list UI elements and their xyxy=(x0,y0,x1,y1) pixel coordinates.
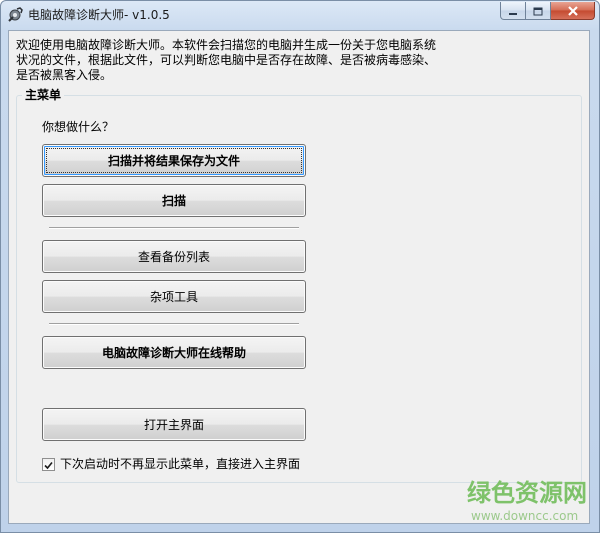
maximize-icon xyxy=(533,1,543,20)
open-main-button[interactable]: 打开主界面 xyxy=(42,408,306,441)
menu-prompt: 你想做什么？ xyxy=(42,120,115,134)
online-help-button[interactable]: 电脑故障诊断大师在线帮助 xyxy=(42,336,306,369)
skip-menu-checkbox[interactable] xyxy=(42,455,55,474)
title-bar[interactable]: 电脑故障诊断大师- v1.0.5 xyxy=(1,1,599,28)
app-gear-icon xyxy=(7,7,23,23)
window-title: 电脑故障诊断大师- v1.0.5 xyxy=(28,8,170,22)
close-button[interactable] xyxy=(551,2,595,20)
separator xyxy=(49,323,299,325)
scan-button[interactable]: 扫描 xyxy=(42,184,306,217)
watermark-url: www.downcc.com xyxy=(471,509,579,523)
intro-text: 欢迎使用电脑故障诊断大师。本软件会扫描您的电脑并生成一份关于您电脑系统状况的文件… xyxy=(16,38,437,82)
maximize-button[interactable] xyxy=(526,2,551,20)
skip-menu-option[interactable]: 下次启动时不再显示此菜单，直接进入主界面 xyxy=(42,456,300,472)
client-area: 欢迎使用电脑故障诊断大师。本软件会扫描您的电脑并生成一份关于您电脑系统状况的文件… xyxy=(8,30,590,524)
separator xyxy=(49,227,299,229)
watermark: 绿色资源网 www.downcc.com xyxy=(463,479,595,525)
app-window: 电脑故障诊断大师- v1.0.5 欢迎使用电脑故障诊断大师。本软件会扫描您的电脑… xyxy=(0,0,600,533)
watermark-brand: 绿色资源网 xyxy=(467,479,587,507)
view-backup-button[interactable]: 查看备份列表 xyxy=(42,240,306,273)
close-icon xyxy=(567,1,579,20)
minimize-button[interactable] xyxy=(500,2,526,20)
misc-tools-button[interactable]: 杂项工具 xyxy=(42,280,306,313)
checkmark-icon xyxy=(44,455,53,474)
skip-menu-label: 下次启动时不再显示此菜单，直接进入主界面 xyxy=(60,457,301,471)
caption-buttons xyxy=(500,2,595,21)
group-title: 主菜单 xyxy=(22,87,65,103)
scan-save-button[interactable]: 扫描并将结果保存为文件 xyxy=(42,144,306,177)
minimize-icon xyxy=(508,1,518,20)
